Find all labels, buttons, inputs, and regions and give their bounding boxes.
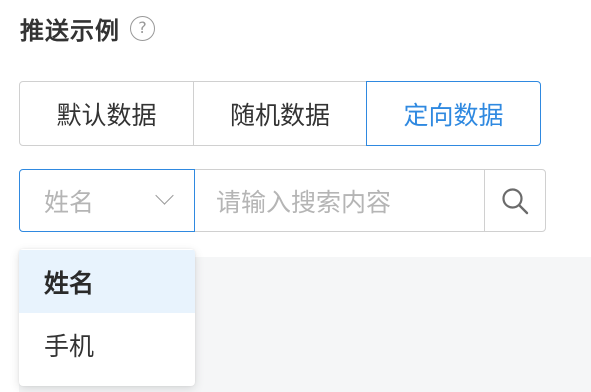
data-mode-segmented-control: 默认数据 随机数据 定向数据	[19, 81, 541, 146]
segment-random-data[interactable]: 随机数据	[192, 81, 368, 146]
question-circle-icon[interactable]: ?	[130, 15, 155, 41]
search-bar: 姓名 请输入搜索内容	[19, 169, 546, 232]
section-header: 推送示例 ?	[20, 12, 155, 45]
search-field-dropdown: 姓名 手机	[19, 249, 195, 386]
chevron-down-icon	[156, 189, 172, 205]
segment-targeted-data[interactable]: 定向数据	[366, 81, 541, 146]
search-field-select[interactable]: 姓名	[19, 169, 195, 232]
search-icon	[502, 187, 529, 214]
search-field-select-value: 姓名	[44, 187, 95, 217]
search-button[interactable]	[484, 169, 546, 232]
section-title: 推送示例	[20, 16, 120, 45]
search-input[interactable]: 请输入搜索内容	[195, 169, 484, 232]
push-example-panel: 推送示例 ? 默认数据 随机数据 定向数据 姓名 请输入搜索内容 姓名 手机	[0, 0, 591, 392]
segment-default-data[interactable]: 默认数据	[19, 81, 194, 146]
dropdown-option-phone[interactable]: 手机	[19, 313, 195, 376]
dropdown-option-name[interactable]: 姓名	[19, 250, 195, 313]
